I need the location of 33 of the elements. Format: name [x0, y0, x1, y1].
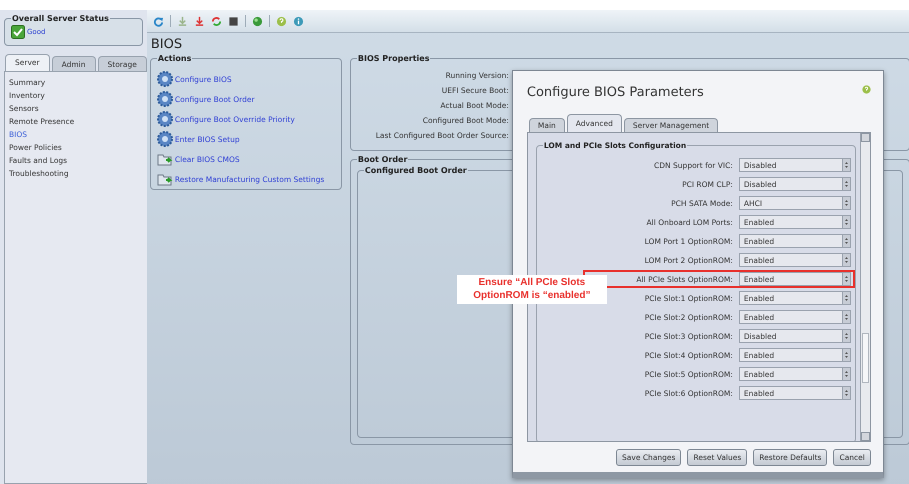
panel-title: Configured Boot Order [364, 166, 468, 175]
gear-icon [156, 111, 173, 127]
refresh-icon[interactable] [152, 16, 164, 26]
info-icon[interactable] [292, 16, 304, 26]
gear-icon [156, 131, 173, 147]
stop-icon[interactable] [228, 16, 239, 26]
spinner-icon[interactable] [842, 197, 850, 209]
spinner-icon[interactable] [842, 178, 850, 190]
down-arrow-icon[interactable] [194, 16, 205, 26]
spinner-icon[interactable] [842, 368, 850, 380]
spinner-icon[interactable] [842, 235, 850, 247]
annotation-callout: Ensure “All PCIe Slots OptionROM is “enabled” [456, 275, 607, 304]
spinner-icon[interactable] [842, 387, 850, 399]
spinner-icon[interactable] [842, 330, 850, 342]
gear-icon [156, 71, 173, 87]
spinner-icon[interactable] [842, 216, 850, 228]
cycle-icon[interactable] [210, 16, 222, 26]
panel-title: BIOS Properties [356, 54, 430, 63]
spinner-icon[interactable] [842, 273, 850, 285]
spinner-icon[interactable] [842, 292, 850, 304]
panel-title: Actions [156, 54, 192, 63]
check-icon [11, 25, 25, 39]
page-title: BIOS [150, 36, 184, 52]
spinner-icon[interactable] [842, 159, 850, 171]
scrollbar[interactable] [860, 133, 870, 441]
spinner-icon[interactable] [842, 311, 850, 323]
spinner-icon[interactable] [842, 254, 850, 266]
panel-title: Boot Order [356, 155, 408, 164]
globe-icon[interactable] [252, 16, 263, 26]
status-title: Overall Server Status [11, 14, 110, 23]
spinner-icon[interactable] [842, 349, 850, 361]
gear-icon [156, 91, 173, 107]
dialog-title: Configure BIOS Parameters [526, 85, 704, 100]
